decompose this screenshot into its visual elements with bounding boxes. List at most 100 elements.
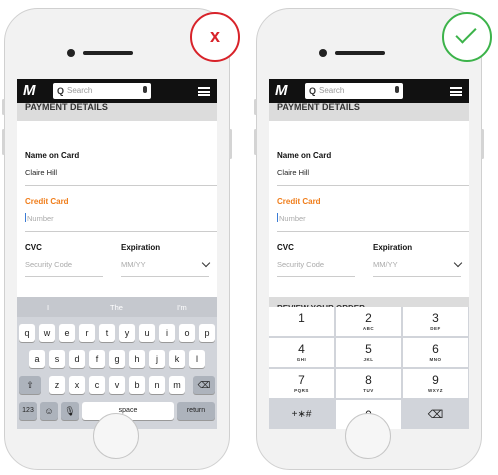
- key-y[interactable]: y: [119, 324, 135, 342]
- credit-card-field[interactable]: Number: [27, 214, 54, 223]
- key-f[interactable]: f: [89, 350, 105, 368]
- search-input[interactable]: Q Search: [53, 83, 151, 99]
- key-h[interactable]: h: [129, 350, 145, 368]
- shift-key-icon[interactable]: ⇧: [19, 376, 41, 394]
- digit: 5: [365, 342, 372, 356]
- credit-card-label: Credit Card: [25, 197, 69, 206]
- logo[interactable]: M: [23, 82, 35, 99]
- search-input[interactable]: Q Search: [305, 83, 403, 99]
- key-b[interactable]: b: [129, 376, 145, 394]
- key-9[interactable]: 9 WXYZ: [403, 369, 469, 399]
- hamburger-menu-icon[interactable]: [198, 87, 210, 96]
- backspace-key-icon[interactable]: ⌫: [403, 400, 469, 429]
- home-button[interactable]: [345, 413, 391, 459]
- return-key[interactable]: return: [177, 402, 215, 420]
- section-header: PAYMENT DETAILS: [269, 103, 469, 121]
- symbols-label: +∗#: [291, 409, 312, 420]
- key-6[interactable]: 6 MNO: [403, 338, 469, 368]
- cvc-field[interactable]: Security Code: [277, 260, 324, 269]
- key-4[interactable]: 4 GHI: [269, 338, 335, 368]
- key-g[interactable]: g: [109, 350, 125, 368]
- key-v[interactable]: v: [109, 376, 125, 394]
- key-3[interactable]: 3 DEF: [403, 307, 469, 337]
- letters: ABC: [362, 326, 375, 331]
- key-a[interactable]: a: [29, 350, 45, 368]
- key-k[interactable]: k: [169, 350, 185, 368]
- key-c[interactable]: c: [89, 376, 105, 394]
- cvc-label: CVC: [277, 243, 294, 252]
- microphone-icon[interactable]: [395, 86, 399, 93]
- backspace-key-icon[interactable]: ⌫: [193, 376, 215, 394]
- key-i[interactable]: i: [159, 324, 175, 342]
- digit: 3: [432, 311, 439, 325]
- key-w[interactable]: w: [39, 324, 55, 342]
- microphone-icon[interactable]: [143, 86, 147, 93]
- credit-card-field[interactable]: Number: [279, 214, 306, 223]
- divider: [277, 185, 469, 186]
- speaker: [83, 51, 133, 55]
- key-7[interactable]: 7 PQRS: [269, 369, 335, 399]
- key-d[interactable]: d: [69, 350, 85, 368]
- logo[interactable]: M: [275, 82, 287, 99]
- name-on-card-label: Name on Card: [277, 151, 332, 160]
- suggestion-item[interactable]: The: [110, 303, 123, 312]
- suggestion-bar: I The I'm: [17, 297, 217, 317]
- letters: PQRS: [294, 388, 309, 393]
- expiration-field[interactable]: MM/YY: [121, 260, 146, 269]
- symbols-key[interactable]: +∗#: [269, 400, 335, 429]
- key-q[interactable]: q: [19, 324, 35, 342]
- suggestion-item[interactable]: I'm: [177, 303, 187, 312]
- search-placeholder: Search: [67, 86, 93, 95]
- digit: 7: [298, 373, 305, 387]
- letters: GHI: [296, 357, 307, 362]
- key-e[interactable]: e: [59, 324, 75, 342]
- microphone-key-icon[interactable]: 🎙: [61, 402, 79, 420]
- section-header: PAYMENT DETAILS: [17, 103, 217, 121]
- letters: DEF: [430, 326, 441, 331]
- key-1[interactable]: 1: [269, 307, 335, 337]
- digit: 6: [432, 342, 439, 356]
- key-l[interactable]: l: [189, 350, 205, 368]
- top-bar: M Q Search: [17, 79, 217, 103]
- chevron-down-icon[interactable]: [201, 258, 211, 268]
- name-on-card-field[interactable]: Claire Hill: [277, 168, 309, 177]
- chevron-down-icon[interactable]: [453, 258, 463, 268]
- expiration-underline: [373, 276, 461, 277]
- volume-up-button: [2, 129, 5, 155]
- key-z[interactable]: z: [49, 376, 65, 394]
- key-t[interactable]: t: [99, 324, 115, 342]
- key-m[interactable]: m: [169, 376, 185, 394]
- numbers-key[interactable]: 123: [19, 402, 37, 420]
- power-button: [481, 129, 484, 159]
- divider: [25, 185, 217, 186]
- volume-up-button: [254, 129, 257, 155]
- key-8[interactable]: 8 TUV: [336, 369, 402, 399]
- key-s[interactable]: s: [49, 350, 65, 368]
- key-x[interactable]: x: [69, 376, 85, 394]
- name-on-card-field[interactable]: Claire Hill: [25, 168, 57, 177]
- key-j[interactable]: j: [149, 350, 165, 368]
- screen: M Q Search PAYMENT DETAILS Name on Card …: [269, 79, 469, 429]
- expiration-field[interactable]: MM/YY: [373, 260, 398, 269]
- key-p[interactable]: p: [199, 324, 215, 342]
- key-5[interactable]: 5 JKL: [336, 338, 402, 368]
- letters: WXYZ: [428, 388, 443, 393]
- checkmark-icon: [455, 22, 477, 44]
- mute-switch: [2, 99, 5, 115]
- text-cursor: [25, 213, 26, 222]
- suggestion-item[interactable]: I: [47, 303, 49, 312]
- cvc-underline: [277, 276, 355, 277]
- name-on-card-label: Name on Card: [25, 151, 80, 160]
- key-o[interactable]: o: [179, 324, 195, 342]
- key-n[interactable]: n: [149, 376, 165, 394]
- emoji-key-icon[interactable]: ☺: [40, 402, 58, 420]
- hamburger-menu-icon[interactable]: [450, 87, 462, 96]
- home-button[interactable]: [93, 413, 139, 459]
- key-r[interactable]: r: [79, 324, 95, 342]
- key-u[interactable]: u: [139, 324, 155, 342]
- letters: TUV: [363, 388, 374, 393]
- key-2[interactable]: 2 ABC: [336, 307, 402, 337]
- cvc-field[interactable]: Security Code: [25, 260, 72, 269]
- qwerty-keyboard: I The I'm q w e r t y u i o p a s d f g …: [17, 297, 217, 429]
- cvc-label: CVC: [25, 243, 42, 252]
